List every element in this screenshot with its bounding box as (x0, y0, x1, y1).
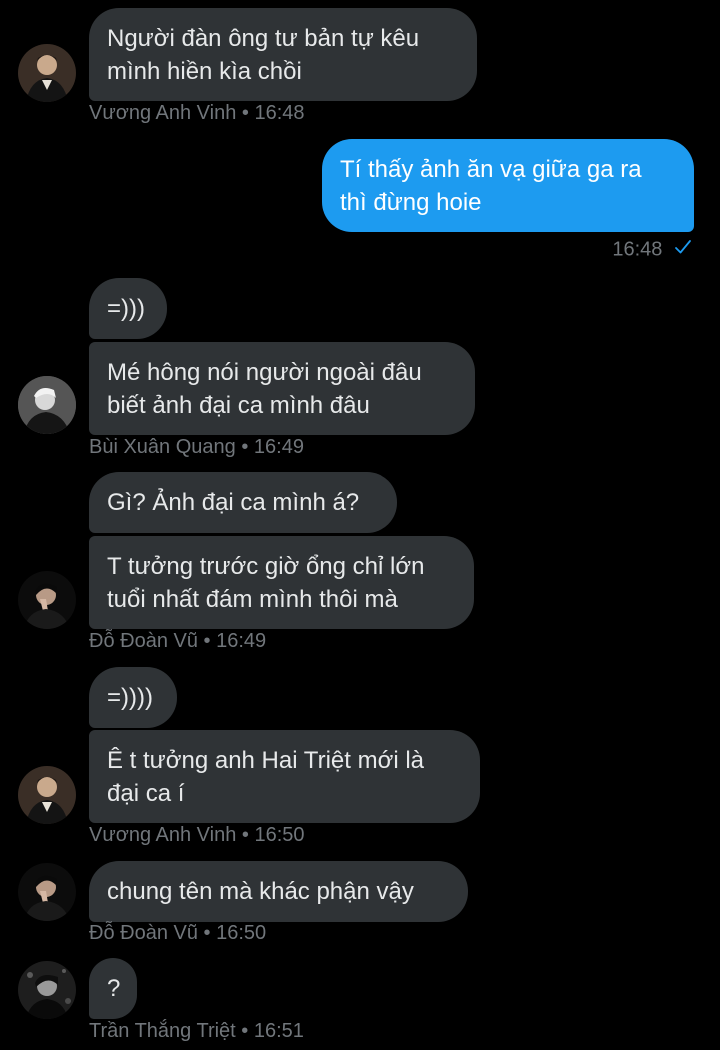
message-bubble-incoming[interactable]: Người đàn ông tư bản tự kêu mình hiền kì… (89, 8, 477, 101)
message-line: ? (107, 975, 121, 1002)
message-line: chung tên mà khác phận vậy (107, 878, 414, 905)
message-bubble-incoming[interactable]: Mé hông nói người ngoài đâu biết ảnh đại… (89, 342, 475, 435)
message-line: đại ca í (107, 780, 185, 807)
message-meta: Vương Anh Vinh • 16:48 (89, 102, 305, 124)
message-bubble-incoming[interactable]: Gì? Ảnh đại ca mình á? (89, 472, 397, 533)
message-line: =))) (107, 295, 145, 322)
check-icon (674, 238, 692, 262)
message-line: Tí thấy ảnh ăn vạ giữa ga ra (340, 156, 642, 183)
avatar-do-doan-vu[interactable] (18, 863, 76, 921)
message-line: mình hiền kìa chồi (107, 58, 302, 85)
message-bubble-incoming[interactable]: ? (89, 958, 137, 1019)
message-bubble-incoming[interactable]: T tưởng trước giờ ổng chỉ lớn tuổi nhất … (89, 536, 474, 629)
avatar-bui-xuan-quang[interactable] (18, 376, 76, 434)
message-bubble-incoming[interactable]: Ê t tưởng anh Hai Triệt mới là đại ca í (89, 730, 480, 823)
message-line: tuổi nhất đám mình thôi mà (107, 586, 398, 613)
avatar-vuong-anh-vinh[interactable] (18, 44, 76, 102)
message-bubble-incoming[interactable]: =))) (89, 278, 167, 339)
message-line: Mé hông nói người ngoài đâu (107, 359, 422, 386)
message-line: T tưởng trước giờ ổng chỉ lớn (107, 553, 425, 580)
message-meta: Vương Anh Vinh • 16:50 (89, 824, 305, 846)
message-line: Ê t tưởng anh Hai Triệt mới là (107, 747, 424, 774)
message-line: Gì? Ảnh đại ca mình á? (107, 489, 360, 516)
avatar-tran-thang-triet[interactable] (18, 961, 76, 1019)
message-meta-outgoing: 16:48 (612, 238, 692, 262)
message-bubble-outgoing[interactable]: Tí thấy ảnh ăn vạ giữa ga ra thì đừng ho… (322, 139, 694, 232)
avatar-do-doan-vu[interactable] (18, 571, 76, 629)
message-time: 16:48 (612, 238, 663, 261)
message-bubble-incoming[interactable]: chung tên mà khác phận vậy (89, 861, 468, 922)
message-line: =)))) (107, 684, 153, 711)
message-meta: Trần Thắng Triệt • 16:51 (89, 1020, 304, 1042)
message-bubble-incoming[interactable]: =)))) (89, 667, 177, 728)
message-line: Người đàn ông tư bản tự kêu (107, 25, 420, 52)
avatar-vuong-anh-vinh[interactable] (18, 766, 76, 824)
message-meta: Đỗ Đoàn Vũ • 16:50 (89, 922, 267, 944)
message-meta: Bùi Xuân Quang • 16:49 (89, 436, 304, 458)
message-meta: Đỗ Đoàn Vũ • 16:49 (89, 630, 267, 652)
message-line: thì đừng hoie (340, 189, 482, 216)
message-line: biết ảnh đại ca mình đâu (107, 392, 370, 419)
